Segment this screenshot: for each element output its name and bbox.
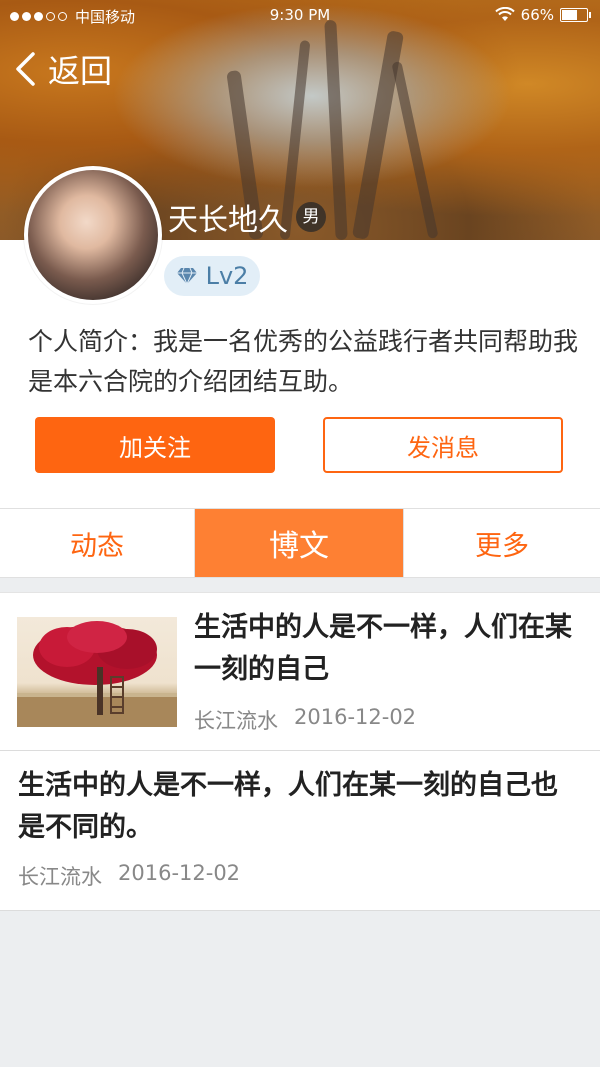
diamond-icon: [176, 267, 197, 285]
status-bar: 中国移动 9:30 PM 66%: [0, 0, 600, 32]
post-title: 生活中的人是不一样，人们在某一刻的自己也是不同的。: [18, 770, 558, 843]
profile-tabs: 动态 博文 更多: [0, 508, 600, 578]
profile-name: 天长地久 男: [168, 195, 326, 239]
back-label: 返回: [48, 52, 113, 90]
tab-activity[interactable]: 动态: [0, 509, 195, 577]
send-message-button[interactable]: 发消息: [323, 417, 563, 473]
avatar[interactable]: [24, 166, 162, 304]
profile-name-text: 天长地久: [168, 203, 288, 238]
battery-percent: 66%: [520, 6, 554, 24]
tab-more[interactable]: 更多: [404, 509, 600, 577]
wifi-icon: [494, 7, 515, 21]
battery-icon: [560, 8, 591, 22]
chevron-left-icon: [16, 52, 35, 86]
list-item[interactable]: 生活中的人是不一样，人们在某一刻的自己 长江流水 2016-12-02: [0, 593, 600, 751]
post-list: 生活中的人是不一样，人们在某一刻的自己 长江流水 2016-12-02 生活中的…: [0, 592, 600, 911]
tab-posts[interactable]: 博文: [195, 509, 404, 577]
follow-button[interactable]: 加关注: [35, 417, 275, 473]
post-author: 长江流水: [18, 865, 102, 889]
back-button[interactable]: 返回: [14, 46, 112, 92]
post-meta: 长江流水 2016-12-02: [194, 705, 416, 735]
post-date: 2016-12-02: [294, 705, 417, 729]
post-date: 2016-12-02: [118, 861, 241, 885]
level-badge: Lv2: [164, 256, 260, 296]
post-author: 长江流水: [194, 709, 278, 733]
level-text: Lv2: [205, 262, 249, 290]
profile-bio: 个人简介：我是一名优秀的公益践行者共同帮助我是本六合院的介绍团结互助。: [28, 327, 579, 396]
gender-badge: 男: [296, 202, 326, 232]
post-thumbnail: [17, 617, 177, 727]
post-meta: 长江流水 2016-12-02: [18, 861, 240, 891]
post-title: 生活中的人是不一样，人们在某一刻的自己: [194, 612, 572, 685]
list-item[interactable]: 生活中的人是不一样，人们在某一刻的自己也是不同的。 长江流水 2016-12-0…: [0, 751, 600, 911]
